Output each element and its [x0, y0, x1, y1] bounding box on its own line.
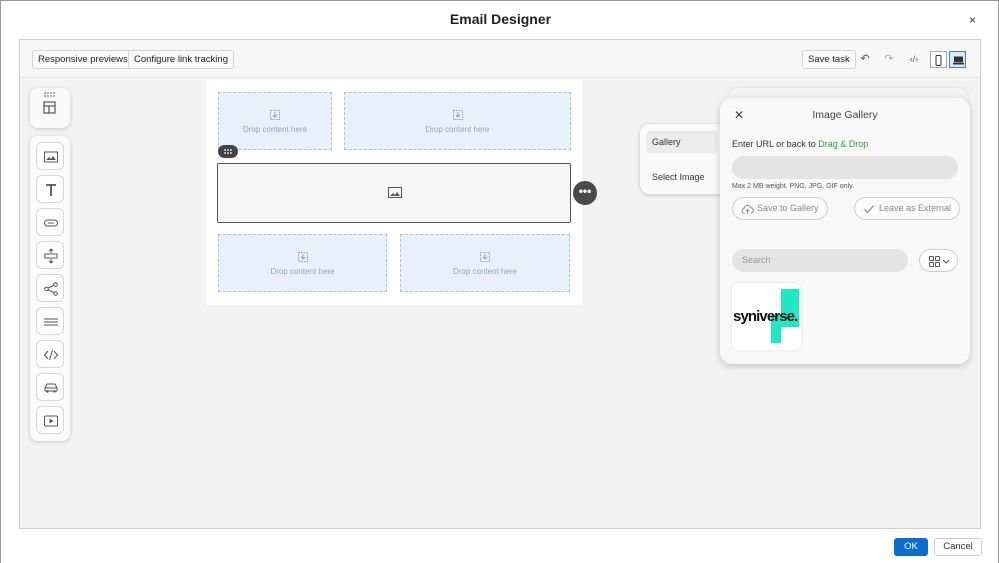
configure-link-tracking-button[interactable]: Configure link tracking: [128, 50, 234, 69]
drop-label: Drop content here: [425, 125, 490, 134]
grid-view-icon: [929, 256, 950, 267]
button-icon: [44, 219, 58, 227]
ok-button[interactable]: OK: [894, 538, 928, 556]
palette-social[interactable]: [36, 274, 64, 302]
drop-zone[interactable]: Drop content here: [218, 234, 387, 292]
leave-as-external-label: Leave as External: [879, 203, 952, 213]
save-to-gallery-button[interactable]: Save to Gallery: [732, 197, 828, 220]
save-task-button[interactable]: Save task: [802, 50, 856, 69]
drag-handle[interactable]: [218, 145, 238, 158]
desktop-view-button[interactable]: [949, 51, 966, 68]
image-source-menu: Gallery Select Image: [640, 124, 728, 194]
redo-icon[interactable]: ↷: [880, 50, 898, 69]
dialog-title: Email Designer: [449, 11, 552, 27]
drop-label: Drop content here: [242, 125, 308, 134]
grid-icon[interactable]: [30, 88, 70, 128]
undo-icon[interactable]: ↶: [856, 50, 874, 69]
save-to-gallery-label: Save to Gallery: [757, 203, 819, 213]
share-icon: [44, 282, 58, 296]
instruction-text: Enter URL or back to: [732, 139, 819, 149]
divider-icon: [44, 318, 58, 326]
gallery-search-input[interactable]: Search: [732, 249, 908, 272]
dialog-footer: OK Cancel: [1, 529, 998, 563]
leave-as-external-button[interactable]: Leave as External: [854, 197, 961, 220]
image-placeholder-icon: [388, 187, 402, 198]
drop-icon: [480, 252, 490, 262]
palette-spacer[interactable]: [36, 241, 64, 269]
image-url-input[interactable]: [732, 156, 958, 179]
image-gallery-panel: ✕ Image Gallery Enter URL or back to Dra…: [720, 98, 970, 364]
video-icon: [44, 415, 58, 427]
drop-icon: [297, 252, 308, 262]
mobile-icon: [935, 55, 942, 66]
upload-note: Max 2 MB weight. PNG, JPG, GIF only.: [732, 183, 855, 190]
drop-label: Drop content here: [270, 267, 335, 276]
editor-toolbar: Responsive previews Configure link track…: [20, 40, 980, 78]
gallery-instruction: Enter URL or back to Drag & Drop: [732, 139, 868, 149]
drop-zone[interactable]: Drop content here: [218, 92, 332, 150]
car-icon: [44, 383, 58, 393]
content-palette: [30, 136, 70, 441]
responsive-previews-button[interactable]: Responsive previews: [32, 50, 134, 69]
palette-text[interactable]: [36, 175, 64, 203]
gallery-title: Image Gallery: [812, 109, 878, 121]
palette-video[interactable]: [36, 406, 64, 434]
editor-area: Responsive previews Configure link track…: [19, 39, 981, 529]
mobile-view-button[interactable]: [930, 51, 947, 68]
drop-icon: [270, 110, 280, 120]
dialog-window: Email Designer × Responsive previews Con…: [0, 0, 999, 563]
image-block-selected[interactable]: [217, 163, 571, 223]
drop-label: Drop content here: [452, 267, 518, 276]
html-icon: [43, 349, 59, 361]
drag-dots-icon: [224, 149, 232, 154]
palette-carousel[interactable]: [36, 373, 64, 401]
source-select-image[interactable]: Select Image: [646, 166, 718, 188]
palette-image[interactable]: [36, 142, 64, 170]
more-options-button[interactable]: •••: [573, 181, 597, 205]
drop-zone[interactable]: Drop content here: [344, 92, 571, 150]
syniverse-logo: syniverse.: [733, 308, 798, 325]
email-canvas: Drop content here Drop content here Drop…: [206, 80, 582, 305]
image-icon: [44, 151, 58, 163]
source-gallery[interactable]: Gallery: [646, 131, 718, 153]
spacer-icon: [44, 248, 58, 264]
drop-zone[interactable]: Drop content here: [400, 234, 570, 292]
gallery-thumbnail[interactable]: syniverse.: [732, 283, 801, 350]
desktop-icon: [953, 56, 964, 65]
palette-button[interactable]: [36, 208, 64, 236]
code-icon[interactable]: ‹/›: [905, 50, 923, 69]
text-icon: [46, 184, 56, 196]
cancel-button[interactable]: Cancel: [934, 538, 982, 556]
drag-drop-link[interactable]: Drag & Drop: [818, 139, 868, 149]
close-dialog-button[interactable]: ×: [969, 13, 976, 27]
palette-html[interactable]: [36, 340, 64, 368]
layout-palette: [30, 88, 70, 128]
drop-icon: [452, 110, 463, 120]
palette-divider[interactable]: [36, 307, 64, 335]
cloud-upload-icon: [741, 204, 754, 214]
check-icon: [864, 205, 874, 214]
view-mode-dropdown[interactable]: [919, 249, 958, 272]
